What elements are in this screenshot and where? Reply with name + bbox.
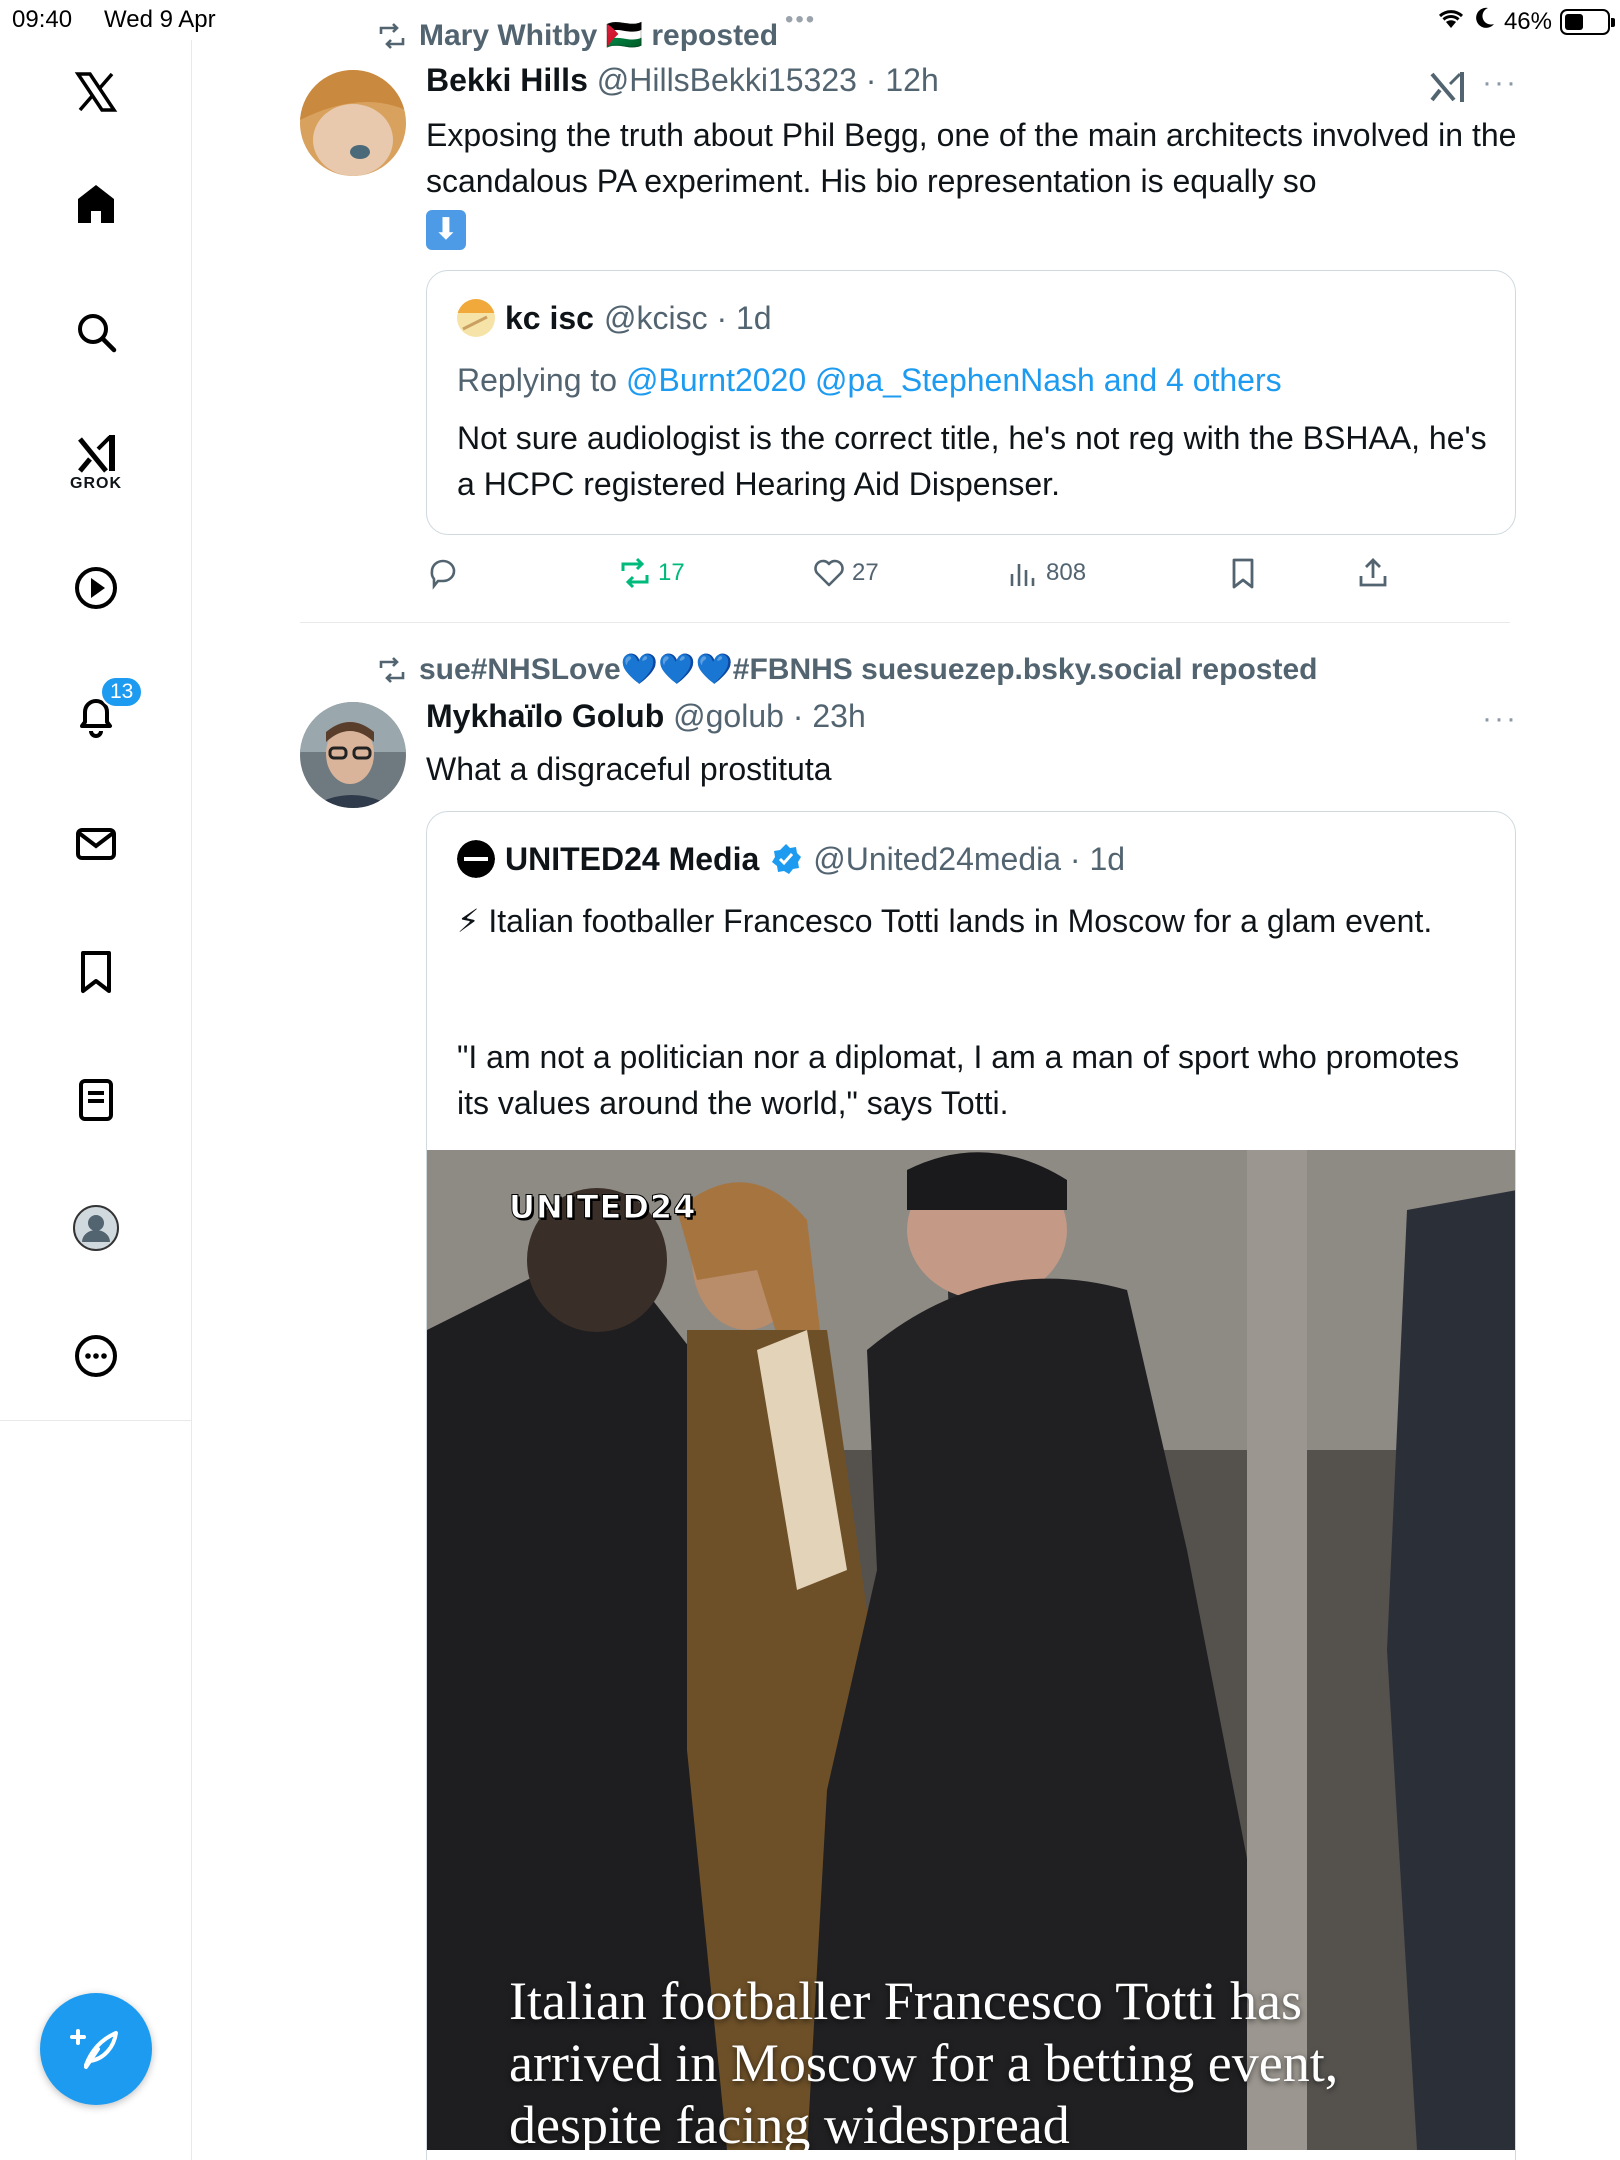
author-handle-time[interactable]: @golub · 23h bbox=[673, 698, 866, 734]
quote-author-handle-time: @United24media · 1d bbox=[813, 840, 1126, 877]
sidebar-item-home[interactable] bbox=[56, 164, 136, 244]
tweet-separator bbox=[300, 622, 1510, 623]
quoted-tweet[interactable]: UNITED24 Media @United24media · 1d ⚡ Ita… bbox=[426, 811, 1516, 2160]
avatar bbox=[457, 299, 495, 337]
share-icon bbox=[1359, 558, 1387, 587]
avatar-kcisc-image bbox=[457, 299, 495, 337]
avatar[interactable] bbox=[300, 70, 406, 176]
video-logo: UNITED24 bbox=[508, 1188, 697, 1227]
down-arrow-emoji: ⬇ bbox=[426, 209, 466, 250]
x-logo-icon bbox=[74, 72, 118, 112]
verified-badge-icon bbox=[772, 844, 802, 874]
more-options-button[interactable]: ··· bbox=[1482, 702, 1518, 736]
quote-author-handle-time: @kcisc · 1d bbox=[603, 299, 772, 336]
timeline: Mary Whitby 🇵🇸 reposted Bekki Hills @Hil… bbox=[192, 0, 1620, 2160]
sidebar-item-grok[interactable]: GROK bbox=[56, 422, 136, 502]
tweet-header: Bekki Hills @HillsBekki15323 · 12h bbox=[426, 62, 939, 99]
bookmark-icon bbox=[1232, 558, 1254, 589]
sidebar-item-notifications[interactable]: 13 bbox=[56, 676, 144, 756]
like-button[interactable]: 27 bbox=[812, 556, 879, 590]
sidebar-item-explore[interactable] bbox=[56, 292, 136, 372]
tweet-header: Mykhaïlo Golub @golub · 23h bbox=[426, 698, 866, 735]
more-icon bbox=[75, 1335, 117, 1377]
mail-icon bbox=[76, 828, 116, 860]
profile-icon bbox=[73, 1205, 119, 1251]
view-count: 808 bbox=[1046, 559, 1087, 586]
play-icon bbox=[75, 567, 117, 609]
bookmark-icon bbox=[81, 951, 111, 993]
avatar-bekki-image bbox=[300, 70, 406, 176]
sidebar: GROK 13 bbox=[0, 40, 192, 2160]
quote-text-line1: ⚡ Italian footballer Francesco Totti lan… bbox=[457, 903, 1433, 939]
bookmark-button[interactable] bbox=[1226, 556, 1260, 590]
repost-icon bbox=[621, 557, 649, 589]
quote-header: UNITED24 Media @United24media · 1d bbox=[457, 840, 1125, 878]
author-name[interactable]: Mykhaïlo Golub bbox=[426, 698, 664, 734]
sidebar-item-lists[interactable] bbox=[56, 1060, 136, 1140]
x-logo[interactable] bbox=[56, 52, 136, 132]
avatar[interactable] bbox=[300, 702, 406, 808]
repost-icon bbox=[379, 656, 405, 683]
repost-by-text: Mary Whitby 🇵🇸 reposted bbox=[419, 19, 779, 52]
quote-text: Not sure audiologist is the correct titl… bbox=[457, 420, 1487, 502]
tweet-body: Exposing the truth about Phil Begg, one … bbox=[426, 117, 1517, 199]
tweet-text: Exposing the truth about Phil Begg, one … bbox=[426, 112, 1526, 250]
quote-author-name: kc isc bbox=[505, 299, 594, 336]
reply-button[interactable] bbox=[426, 556, 466, 590]
list-icon bbox=[79, 1079, 113, 1121]
avatar-golub-image bbox=[300, 702, 406, 808]
repost-indicator[interactable]: sue#NHSLove💙💙💙#FBNHS suesuezep.bsky.soci… bbox=[377, 652, 1317, 687]
status-time: 09:40 bbox=[12, 6, 73, 33]
sidebar-item-video[interactable] bbox=[56, 548, 136, 628]
quote-header: kc isc @kcisc · 1d bbox=[457, 299, 772, 337]
sidebar-item-bookmarks[interactable] bbox=[56, 932, 136, 1012]
more-options-button[interactable]: ··· bbox=[1482, 66, 1518, 100]
notification-badge: 13 bbox=[100, 676, 144, 708]
video-player[interactable]: UNITED24 Italian footballer Francesco To… bbox=[427, 1150, 1515, 2150]
views-icon bbox=[1010, 564, 1035, 586]
avatar bbox=[457, 840, 495, 878]
heart-icon bbox=[814, 559, 844, 587]
author-handle-time[interactable]: @HillsBekki15323 · 12h bbox=[597, 62, 939, 98]
repost-by-text: sue#NHSLove💙💙💙#FBNHS suesuezep.bsky.soci… bbox=[419, 653, 1318, 686]
quote-author-name: UNITED24 Media bbox=[505, 840, 760, 877]
repost-icon bbox=[379, 22, 405, 49]
tweet-actions: 17 27 808 bbox=[426, 556, 1466, 596]
replying-prefix: Replying to bbox=[457, 362, 626, 398]
sidebar-item-messages[interactable] bbox=[56, 804, 136, 884]
sidebar-item-profile[interactable] bbox=[56, 1188, 136, 1268]
replying-to-line: Replying to @Burnt2020 @pa_StephenNash a… bbox=[457, 357, 1487, 403]
search-icon bbox=[78, 314, 117, 353]
quoted-tweet[interactable]: kc isc @kcisc · 1d Replying to @Burnt202… bbox=[426, 270, 1516, 535]
author-name[interactable]: Bekki Hills bbox=[426, 62, 588, 98]
reply-icon bbox=[430, 559, 456, 590]
compose-button[interactable] bbox=[40, 1993, 152, 2105]
tweet-text: What a disgraceful prostituta bbox=[426, 751, 832, 787]
compose-icon bbox=[70, 2029, 118, 2069]
like-count: 27 bbox=[852, 559, 879, 586]
sidebar-divider bbox=[0, 1420, 192, 1421]
views-button[interactable]: 808 bbox=[1006, 556, 1086, 590]
repost-button[interactable]: 17 bbox=[618, 556, 685, 590]
sidebar-item-more[interactable] bbox=[56, 1316, 136, 1396]
repost-indicator[interactable]: Mary Whitby 🇵🇸 reposted bbox=[377, 18, 778, 53]
home-icon bbox=[78, 185, 114, 223]
grok-label: GROK bbox=[70, 475, 122, 492]
grok-explain-icon[interactable] bbox=[1428, 70, 1468, 104]
video-caption: Italian footballer Francesco Totti has a… bbox=[509, 1971, 1339, 2150]
share-button[interactable] bbox=[1356, 556, 1390, 590]
quote-text-line2: "I am not a politician nor a diplomat, I… bbox=[457, 1039, 1460, 1121]
repost-count: 17 bbox=[658, 559, 685, 586]
avatar-united24-image bbox=[457, 840, 495, 878]
replying-to-links[interactable]: @Burnt2020 @pa_StephenNash and 4 others bbox=[626, 362, 1282, 398]
grok-icon bbox=[78, 435, 115, 473]
